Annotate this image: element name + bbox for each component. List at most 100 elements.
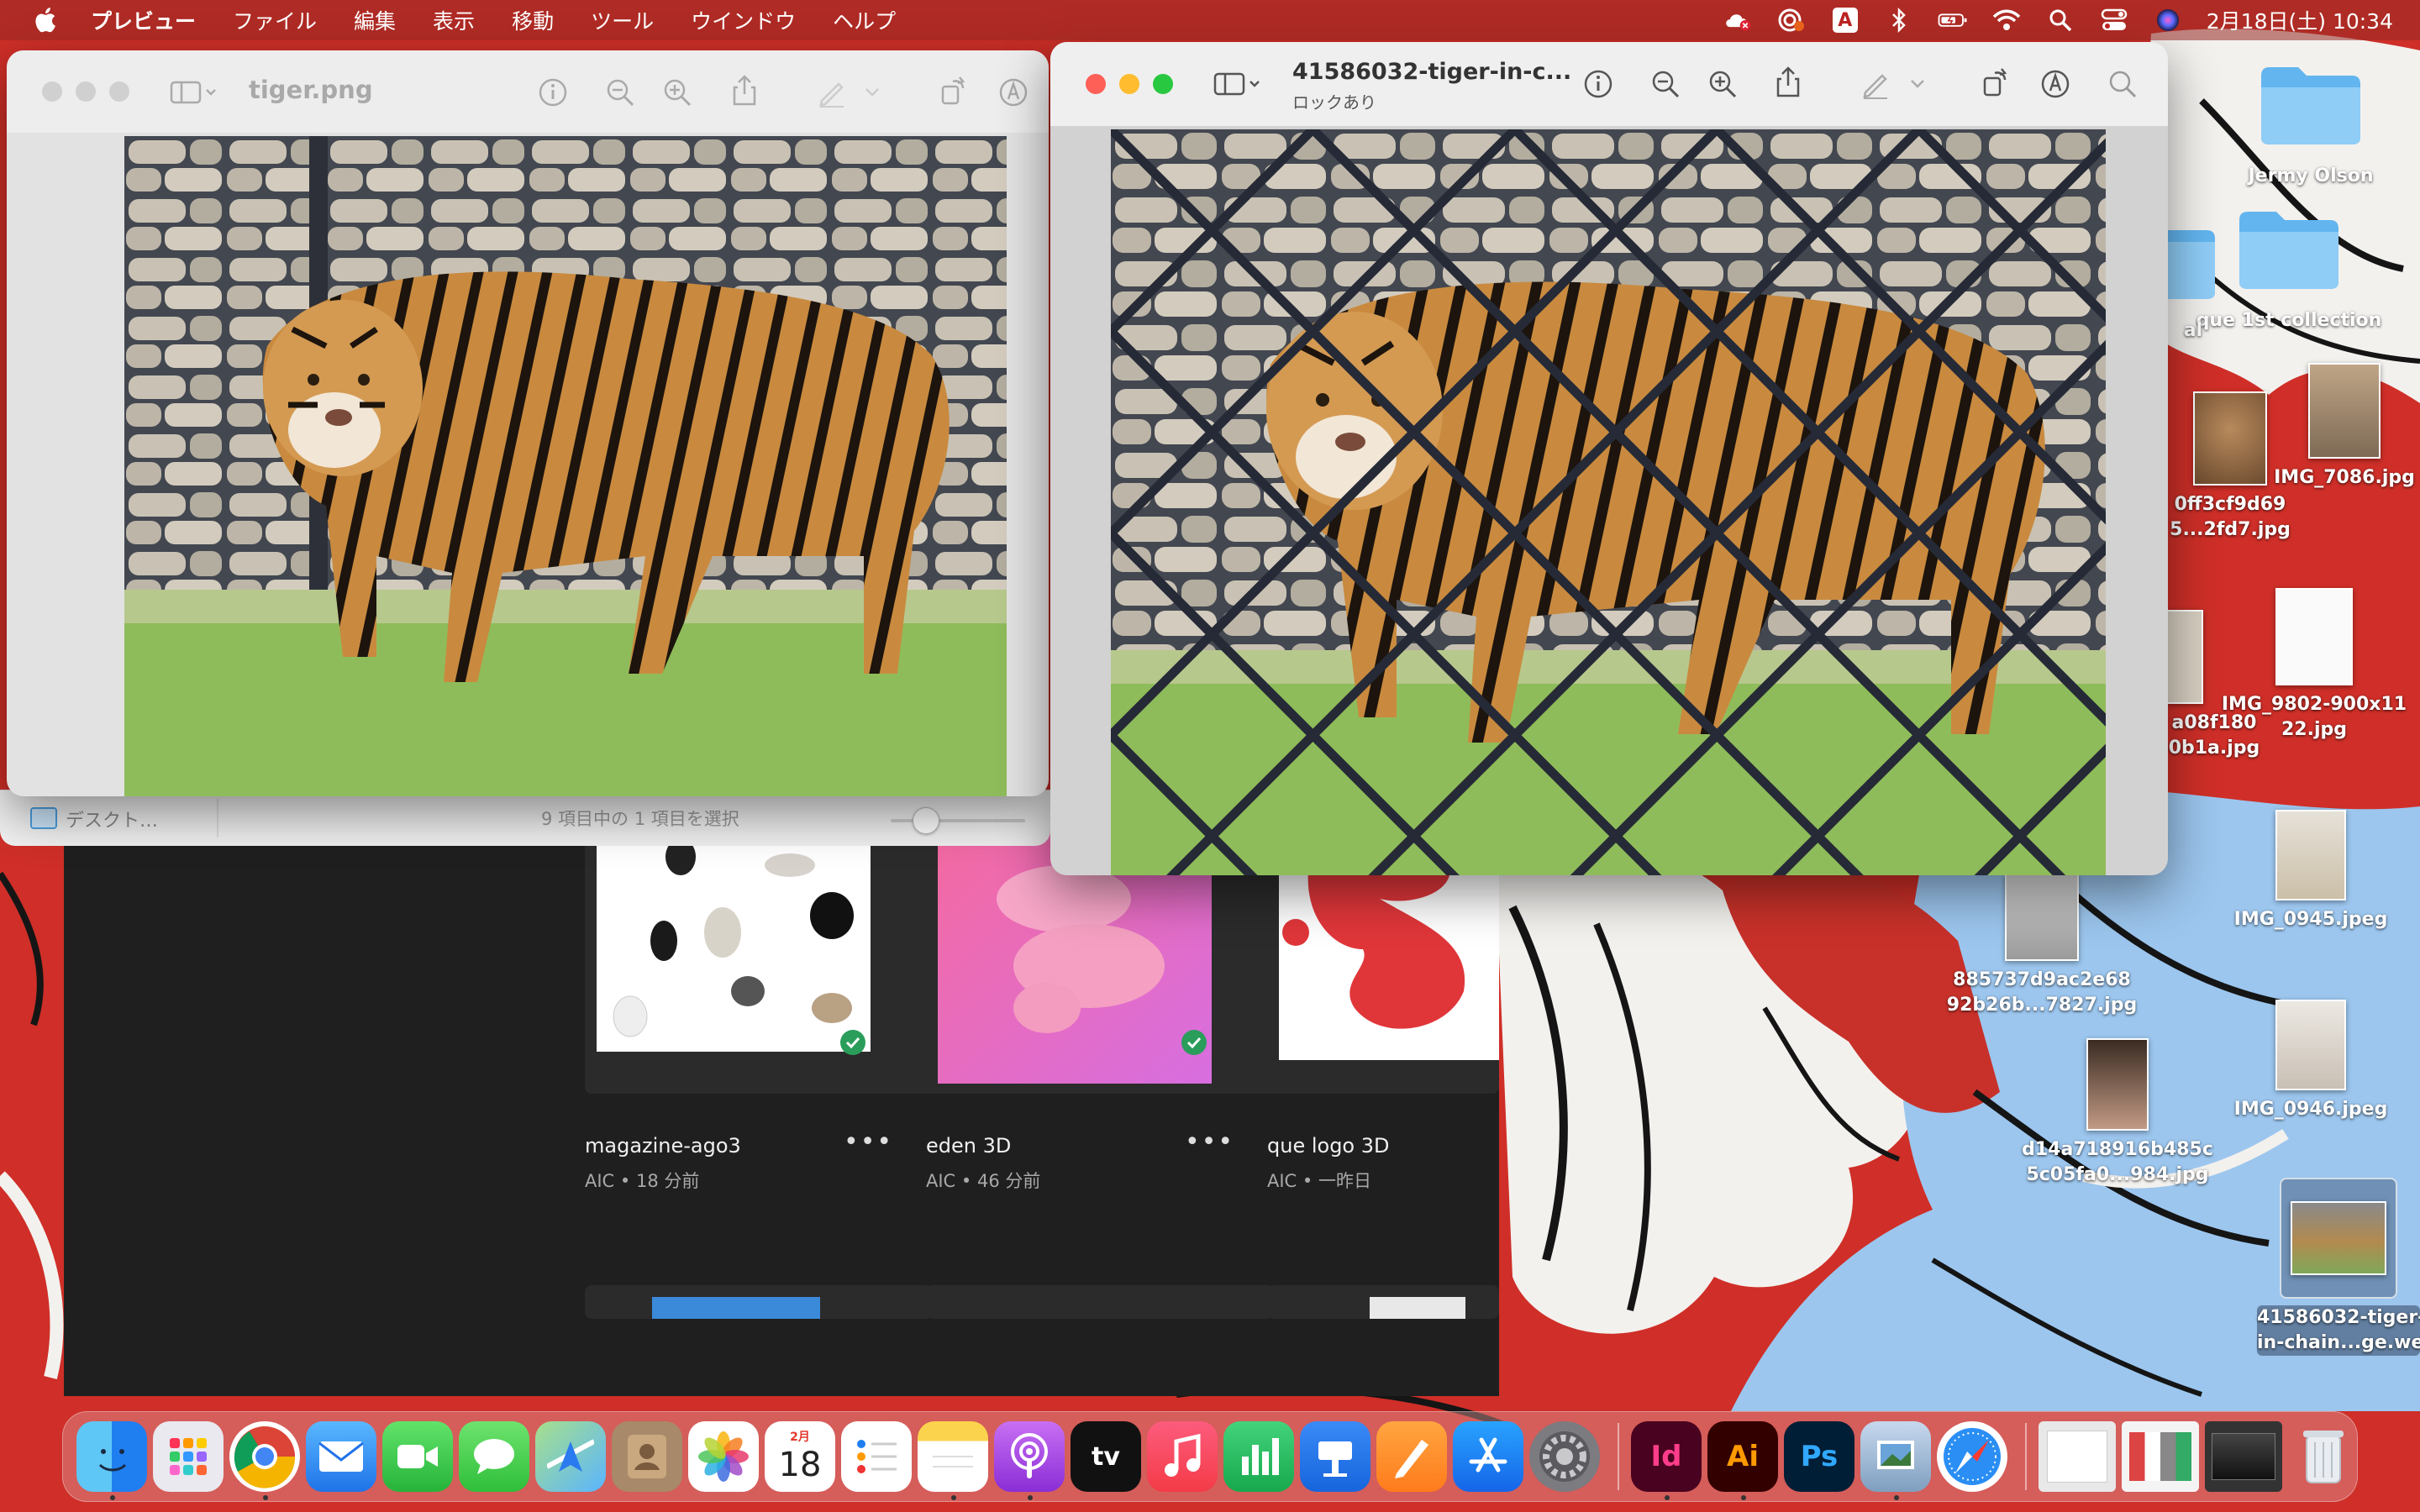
dock-music[interactable] [1147,1421,1218,1492]
annotate-icon [2041,70,2070,98]
dock-mail[interactable] [306,1421,376,1492]
dock-notes[interactable] [918,1421,988,1500]
desktop-file-0ff3cf9d69[interactable]: 0ff3cf9d69 5...2fd7.jpg [2163,391,2297,543]
sidebar-toggle-button[interactable] [1212,67,1262,101]
zoom-in-button[interactable] [660,76,694,109]
apple-menu-icon[interactable] [30,4,62,36]
wifi-icon[interactable] [1991,5,2022,35]
dock-launchpad[interactable] [153,1421,224,1492]
dock-calendar[interactable]: 2月 18 [765,1421,835,1492]
card-more-button[interactable]: ••• [844,1127,893,1157]
document-thumbnail [2047,1431,2107,1483]
dock-photoshop[interactable]: Ps [1784,1421,1854,1492]
annotate-button[interactable] [2039,67,2072,101]
dock-safari[interactable] [1937,1421,2007,1492]
minimize-button[interactable] [76,81,96,102]
close-button[interactable] [42,81,62,102]
annotate-button[interactable] [997,76,1030,109]
zoom-button[interactable] [1153,74,1173,94]
card-more-button[interactable]: ••• [1185,1127,1234,1157]
trash-icon [2303,1431,2344,1483]
dock-app-store[interactable] [1453,1421,1523,1492]
dock-illustrator[interactable]: Ai [1707,1421,1778,1500]
dock-pages[interactable] [1376,1421,1447,1492]
battery-icon[interactable] [1938,5,1968,35]
dock-recent-document[interactable] [2039,1421,2116,1492]
finder-path-label[interactable]: デスクト… [66,806,158,832]
spotlight-search-icon[interactable] [2045,5,2075,35]
menu-go[interactable]: 移動 [512,5,554,35]
desktop-file-a08f180[interactable]: a08f180 0b1a.jpg [2160,610,2269,761]
dock-indesign[interactable]: Id [1631,1421,1702,1500]
menu-view[interactable]: 表示 [433,5,475,35]
desktop-file-885737d9ac2e68[interactable]: 885737d9ac2e68 92b26b...7827.jpg [1933,874,2151,1018]
dock-preview[interactable] [1860,1421,1931,1500]
dock-photos[interactable] [688,1421,759,1492]
share-button[interactable] [728,74,761,108]
menu-window[interactable]: ウインドウ [691,5,796,35]
menu-tools[interactable]: ツール [591,5,654,35]
image-thumbnail [2166,610,2203,704]
control-center-icon[interactable] [2099,5,2129,35]
markup-menu-button[interactable] [862,76,882,109]
dock-keynote[interactable] [1300,1421,1370,1492]
running-indicator [1028,1495,1033,1500]
sidebar-toggle-button[interactable] [168,76,218,109]
running-indicator [951,1495,956,1500]
menu-clock[interactable]: 2月18日(土) 10:34 [2207,5,2393,35]
markup-button[interactable] [1859,67,1892,101]
zoom-out-button[interactable] [1649,67,1682,101]
dock-tv[interactable]: tv [1071,1421,1141,1492]
cc-file-card[interactable] [585,1285,933,1319]
finder-status-text: 9 項目中の 1 項目を選択 [541,809,739,829]
cc-file-card[interactable] [1267,1285,1499,1319]
zoom-out-button[interactable] [603,76,637,109]
menu-edit[interactable]: 編集 [354,5,396,35]
dock-podcasts[interactable] [994,1421,1065,1500]
cc-file-card[interactable] [585,832,953,1094]
zoom-button[interactable] [109,81,129,102]
siri-icon[interactable] [2153,5,2183,35]
dock-stack-screenshots[interactable] [2205,1421,2282,1492]
cc-file-card[interactable] [926,1285,1274,1319]
dock-trash[interactable] [2288,1421,2359,1492]
input-source-icon[interactable]: A [1830,5,1860,35]
dock-contacts[interactable] [612,1421,682,1492]
menu-file[interactable]: ファイル [233,5,317,35]
dock-messages[interactable] [459,1421,529,1492]
menu-app-name[interactable]: プレビュー [91,5,196,35]
search-button[interactable] [2106,67,2139,101]
markup-menu-button[interactable] [1907,67,1928,101]
dock-facetime[interactable] [382,1421,453,1492]
desktop-file-41586032-tiger[interactable]: 41586032-tiger- in-chain...ge.webp [2257,1178,2420,1356]
desktop-file-d14a718916b485c[interactable]: d14a718916b485c 5c05fa0...984.jpg [2008,1038,2227,1188]
airplay-status-icon[interactable] [1776,5,1807,35]
creative-cloud-status-icon[interactable] [1723,5,1753,35]
zoom-in-button[interactable] [1706,67,1739,101]
dock-numbers[interactable] [1223,1421,1294,1492]
icon-size-slider-thumb[interactable] [913,807,939,834]
messages-icon [474,1439,514,1474]
icon-size-slider-track[interactable] [891,819,1025,822]
markup-button[interactable] [815,76,849,109]
close-button[interactable] [1086,74,1106,94]
dock-reminders[interactable] [841,1421,912,1492]
info-button[interactable] [536,76,570,109]
desktop-folder-jermy-olson[interactable]: Jermy Olson [2210,60,2412,189]
rotate-button[interactable] [1978,66,2012,99]
desktop-icon-label: IMG_0946.jpeg [2233,1099,2388,1120]
dock-chrome[interactable] [229,1421,300,1500]
desktop-folder-partial[interactable]: al [2168,215,2218,344]
desktop-file-img-0946[interactable]: IMG_0946.jpeg [2210,1000,2412,1122]
rotate-button[interactable] [936,74,970,108]
menu-help[interactable]: ヘルプ [833,5,896,35]
dock-maps[interactable] [535,1421,606,1492]
dock-finder[interactable] [76,1421,147,1500]
dock-system-settings[interactable] [1529,1421,1600,1492]
minimize-button[interactable] [1119,74,1139,94]
info-button[interactable] [1581,67,1615,101]
desktop-file-img-0945[interactable]: IMG_0945.jpeg [2210,810,2412,932]
share-button[interactable] [1771,66,1805,99]
bluetooth-icon[interactable] [1884,5,1914,35]
dock-stack-downloads[interactable] [2122,1421,2199,1492]
